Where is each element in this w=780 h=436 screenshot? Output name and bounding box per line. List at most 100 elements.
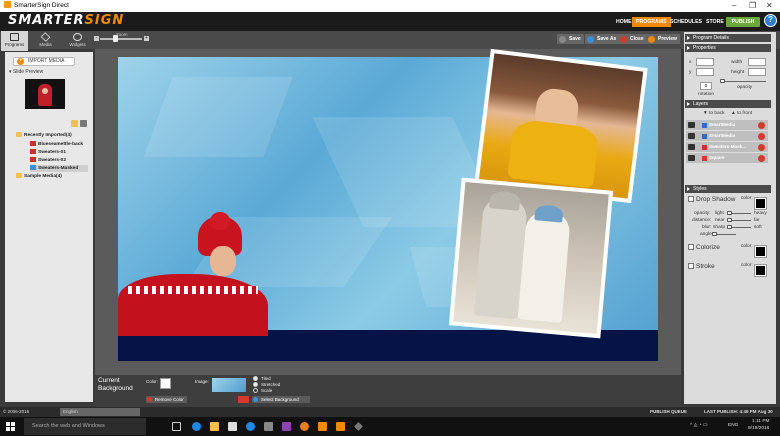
store-icon[interactable] xyxy=(228,422,237,431)
tray-icons[interactable]: ^ ◬ ◔ ▭ xyxy=(690,423,707,428)
colorize-toggle[interactable]: Colorize xyxy=(688,244,720,251)
ie-browser-icon[interactable] xyxy=(246,422,255,431)
tree-item[interactable]: Blueseamettle-back xyxy=(30,141,83,148)
shadow-angle-knob[interactable] xyxy=(712,232,717,236)
zoom-slider[interactable] xyxy=(100,38,142,40)
radio-tiled[interactable] xyxy=(253,376,258,381)
x-input[interactable] xyxy=(696,58,714,66)
tree-folder-sample[interactable]: Sample Media(4) xyxy=(16,173,62,180)
nav-store[interactable]: STORE xyxy=(702,17,728,27)
background-color-swatch[interactable] xyxy=(160,378,171,389)
zoom-in-button[interactable]: + xyxy=(144,36,149,41)
shadow-opacity-slider[interactable] xyxy=(729,213,751,214)
to-back-button[interactable]: ▼ to back xyxy=(703,111,725,116)
calculator-icon[interactable] xyxy=(264,422,273,431)
tree-item-selected[interactable]: Sweaters-Masked xyxy=(30,165,88,172)
windows-start-icon[interactable] xyxy=(6,422,15,431)
properties-header[interactable]: Properties xyxy=(685,44,771,52)
taskbar-search-box[interactable]: Search the web and Windows xyxy=(24,418,146,435)
tab-media[interactable]: Media xyxy=(32,31,59,51)
eye-icon[interactable] xyxy=(688,155,695,161)
edge-browser-icon[interactable] xyxy=(192,422,201,431)
help-icon[interactable]: ? xyxy=(764,14,777,27)
shadow-blur-knob[interactable] xyxy=(727,225,732,229)
photo-woman-yellow-scarf[interactable] xyxy=(474,48,648,204)
save-as-button[interactable]: Save As xyxy=(585,34,620,44)
delete-layer-icon[interactable] xyxy=(758,121,765,129)
delete-layer-icon[interactable] xyxy=(758,154,765,162)
stroke-toggle[interactable]: Stroke xyxy=(688,263,715,270)
shadow-angle-slider[interactable] xyxy=(714,234,736,235)
tree-item[interactable]: Sweaters-01 xyxy=(30,149,66,156)
save-button[interactable]: Save xyxy=(557,34,584,44)
publish-queue-link[interactable]: PUBLISH QUEUE xyxy=(650,407,687,417)
slide-preview-thumbnail[interactable] xyxy=(25,79,65,109)
delete-layer-icon[interactable] xyxy=(758,143,765,151)
woman-red-sweater-image[interactable] xyxy=(118,212,268,336)
y-input[interactable] xyxy=(696,68,714,76)
clock-time[interactable]: 1:11 PM xyxy=(752,419,770,424)
height-input[interactable] xyxy=(748,68,766,76)
layer-item[interactable]: SmartMedia xyxy=(686,120,768,130)
tree-folder-recent[interactable]: Recently Imported(4) xyxy=(16,132,72,139)
shadow-opacity-knob[interactable] xyxy=(727,211,732,215)
opacity-slider[interactable] xyxy=(722,81,766,82)
background-image-thumbnail[interactable] xyxy=(212,378,246,392)
remove-image-button[interactable] xyxy=(238,396,249,403)
smartersign-task-icon[interactable] xyxy=(318,422,327,431)
minimize-button[interactable]: – xyxy=(732,0,736,12)
shadow-distance-knob[interactable] xyxy=(727,218,732,222)
remove-color-button[interactable]: Remove Color xyxy=(146,396,187,403)
photo-couple-winter[interactable] xyxy=(448,177,614,339)
layer-item[interactable]: Sweaters-Mask... xyxy=(686,142,768,152)
layers-header[interactable]: Layers xyxy=(685,100,771,108)
select-background-button[interactable]: Select Background xyxy=(252,396,310,403)
zoom-slider-knob[interactable] xyxy=(113,35,118,42)
file-explorer-icon[interactable] xyxy=(210,422,219,431)
nav-programs[interactable]: PROGRAMS xyxy=(632,17,671,27)
stroke-checkbox[interactable] xyxy=(688,263,694,269)
colorize-color-swatch[interactable] xyxy=(754,245,767,258)
styles-header[interactable]: Styles xyxy=(685,185,771,193)
clock-date[interactable]: 9/19/2016 xyxy=(748,426,769,431)
radio-scale[interactable] xyxy=(253,388,258,393)
zoom-out-button[interactable]: - xyxy=(94,36,99,41)
delete-layer-icon[interactable] xyxy=(758,132,765,140)
colorize-checkbox[interactable] xyxy=(688,244,694,250)
shadow-distance-slider[interactable] xyxy=(729,220,751,221)
tab-programs[interactable]: Programs xyxy=(1,31,28,51)
tree-item[interactable]: Sweaters-02 xyxy=(30,157,66,164)
delete-icon[interactable] xyxy=(80,120,87,127)
drop-shadow-toggle[interactable]: Drop Shadow xyxy=(688,196,735,203)
program-details-header[interactable]: Program Details xyxy=(685,34,771,42)
maximize-button[interactable]: ❐ xyxy=(749,0,756,12)
radio-stretched[interactable] xyxy=(253,382,258,387)
preview-button[interactable]: Preview xyxy=(646,34,680,44)
layer-item[interactable]: Square xyxy=(686,153,768,163)
layer-item[interactable]: SmartMedia xyxy=(686,131,768,141)
eye-icon[interactable] xyxy=(688,122,695,128)
drop-shadow-checkbox[interactable] xyxy=(688,196,694,202)
close-program-button[interactable]: Close xyxy=(618,34,647,44)
eye-icon[interactable] xyxy=(688,144,695,150)
nav-schedules[interactable]: SCHEDULES xyxy=(666,17,706,27)
shadow-blur-slider[interactable] xyxy=(729,227,751,228)
import-media-button[interactable]: + IMPORT MEDIA xyxy=(13,57,75,66)
firefox-icon[interactable] xyxy=(300,422,309,431)
eye-icon[interactable] xyxy=(688,133,695,139)
task-view-icon[interactable] xyxy=(172,422,181,431)
language-indicator[interactable]: ENG xyxy=(728,423,738,428)
language-select[interactable]: English xyxy=(60,408,140,416)
publish-button[interactable]: PUBLISH xyxy=(726,17,760,27)
new-folder-icon[interactable] xyxy=(71,120,78,127)
close-window-button[interactable]: ✕ xyxy=(766,0,773,12)
smartersign-direct-task-icon[interactable] xyxy=(336,422,345,431)
visual-studio-icon[interactable] xyxy=(282,422,291,431)
stroke-color-swatch[interactable] xyxy=(754,264,767,277)
to-front-button[interactable]: ▲ to front xyxy=(731,111,752,116)
drop-shadow-color-swatch[interactable] xyxy=(754,197,767,210)
opacity-slider-knob[interactable] xyxy=(720,79,725,83)
tab-widgets[interactable]: Widgets xyxy=(64,31,91,51)
width-input[interactable] xyxy=(748,58,766,66)
rotation-input[interactable]: 0 xyxy=(700,82,712,90)
